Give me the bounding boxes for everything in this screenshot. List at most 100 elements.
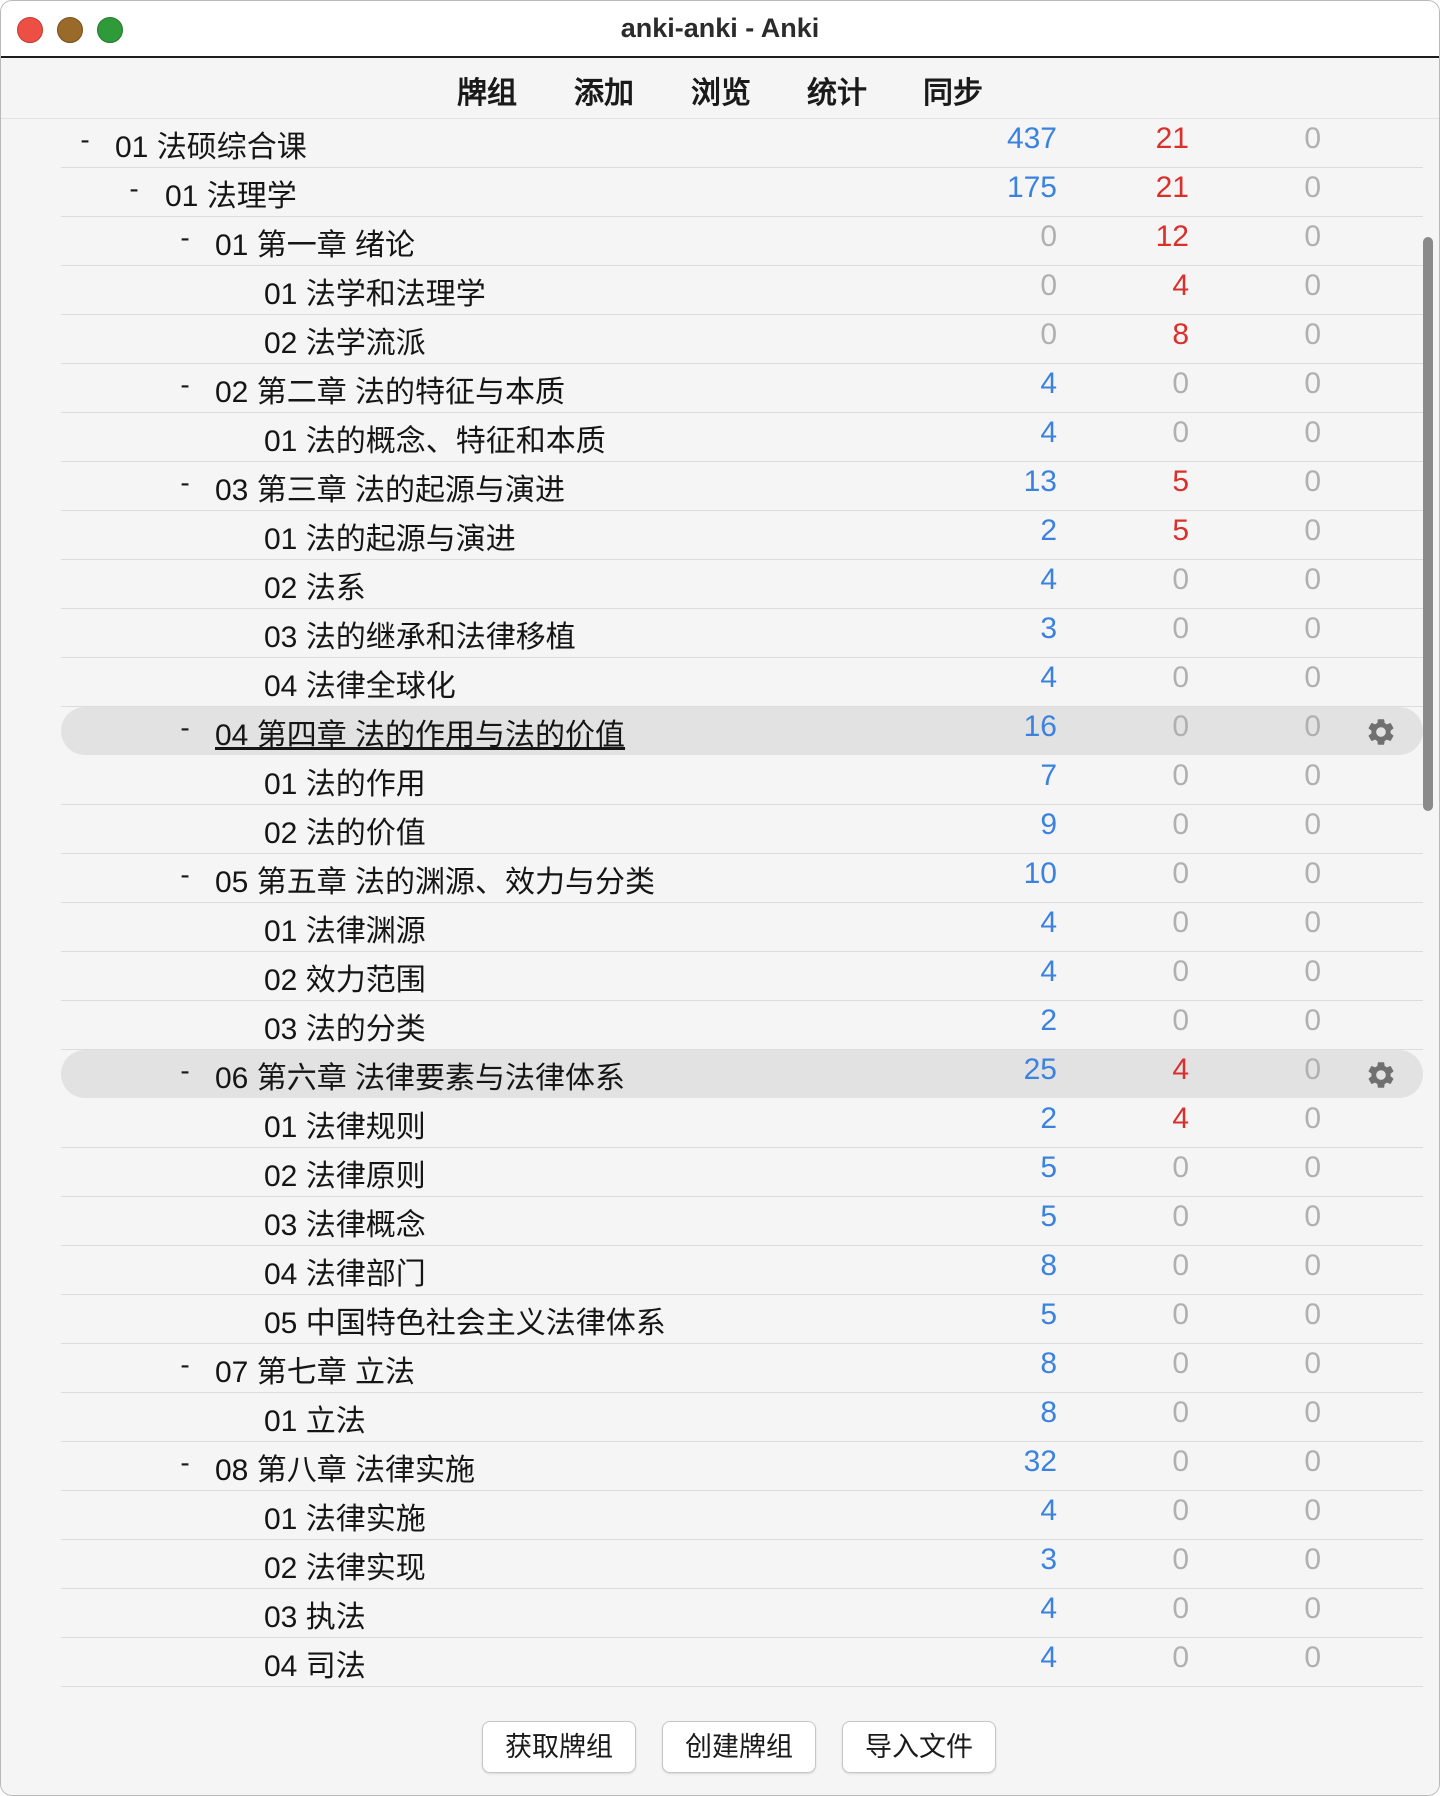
deck-name[interactable]: 05 中国特色社会主义法律体系 bbox=[264, 1298, 666, 1342]
deck-row[interactable]: 01 法的作用 7 0 0 bbox=[61, 756, 1423, 805]
deck-row[interactable]: -01 法硕综合课 437 21 0 bbox=[61, 119, 1423, 168]
create-deck-button[interactable]: 创建牌组 bbox=[662, 1721, 816, 1773]
deck-row[interactable]: 02 法律实现 3 0 0 bbox=[61, 1540, 1423, 1589]
deck-name[interactable]: 01 法的起源与演进 bbox=[264, 514, 516, 558]
deck-name[interactable]: 07 第七章 立法 bbox=[215, 1347, 415, 1391]
deck-name[interactable]: 02 法律实现 bbox=[264, 1543, 426, 1587]
deck-name[interactable]: 02 法系 bbox=[264, 563, 366, 607]
deck-row[interactable]: -01 第一章 绪论 0 12 0 bbox=[61, 217, 1423, 266]
deck-row[interactable]: 01 法的起源与演进 2 5 0 bbox=[61, 511, 1423, 560]
collapse-toggle[interactable]: - bbox=[175, 467, 195, 499]
deck-row[interactable]: 03 法的分类 2 0 0 bbox=[61, 1001, 1423, 1050]
due-count: 0 bbox=[1304, 318, 1321, 351]
deck-row[interactable]: -08 第八章 法律实施 32 0 0 bbox=[61, 1442, 1423, 1491]
deck-name[interactable]: 01 法的概念、特征和本质 bbox=[264, 416, 606, 460]
deck-name[interactable]: 01 法学和法理学 bbox=[264, 269, 486, 313]
deck-name[interactable]: 01 第一章 绪论 bbox=[215, 220, 415, 264]
deck-row[interactable]: -01 法理学 175 21 0 bbox=[61, 168, 1423, 217]
deck-row[interactable]: 03 法的继承和法律移植 3 0 0 bbox=[61, 609, 1423, 658]
collapse-toggle[interactable]: - bbox=[175, 1447, 195, 1479]
deck-row[interactable]: 02 法律原则 5 0 0 bbox=[61, 1148, 1423, 1197]
deck-name[interactable]: 06 第六章 法律要素与法律体系 bbox=[215, 1053, 625, 1097]
deck-row[interactable]: -02 第二章 法的特征与本质 4 0 0 bbox=[61, 364, 1423, 413]
due-count: 0 bbox=[1304, 759, 1321, 792]
scrollbar-thumb[interactable] bbox=[1423, 237, 1433, 811]
deck-row[interactable]: 05 中国特色社会主义法律体系 5 0 0 bbox=[61, 1295, 1423, 1344]
deck-row[interactable]: 01 法学和法理学 0 4 0 bbox=[61, 266, 1423, 315]
collapse-toggle[interactable]: - bbox=[175, 859, 195, 891]
deck-name[interactable]: 08 第八章 法律实施 bbox=[215, 1445, 475, 1489]
deck-list-scrollbar[interactable] bbox=[1421, 119, 1435, 1689]
import-file-button[interactable]: 导入文件 bbox=[842, 1721, 996, 1773]
deck-name[interactable]: 02 法的价值 bbox=[264, 808, 426, 852]
due-count: 0 bbox=[1304, 269, 1321, 302]
deck-row[interactable]: 02 法的价值 9 0 0 bbox=[61, 805, 1423, 854]
due-count: 0 bbox=[1304, 465, 1321, 498]
deck-name[interactable]: 04 司法 bbox=[264, 1641, 366, 1685]
learn-count: 0 bbox=[1172, 1543, 1189, 1576]
gear-icon[interactable] bbox=[1365, 1059, 1397, 1091]
deck-row[interactable]: -07 第七章 立法 8 0 0 bbox=[61, 1344, 1423, 1393]
deck-name[interactable]: 01 法硕综合课 bbox=[115, 122, 307, 166]
deck-name[interactable]: 01 法律渊源 bbox=[264, 906, 426, 950]
deck-name[interactable]: 03 法律概念 bbox=[264, 1200, 426, 1244]
deck-name[interactable]: 03 法的继承和法律移植 bbox=[264, 612, 576, 656]
get-shared-decks-button[interactable]: 获取牌组 bbox=[482, 1721, 636, 1773]
deck-name[interactable]: 01 法理学 bbox=[165, 171, 297, 215]
tab-sync[interactable]: 同步 bbox=[923, 68, 983, 112]
deck-name[interactable]: 01 法律实施 bbox=[264, 1494, 426, 1538]
learn-count: 0 bbox=[1172, 857, 1189, 890]
deck-row[interactable]: -04 第四章 法的作用与法的价值 16 0 0 bbox=[61, 707, 1423, 755]
deck-name[interactable]: 01 法的作用 bbox=[264, 759, 426, 803]
deck-row[interactable]: -06 第六章 法律要素与法律体系 25 4 0 bbox=[61, 1050, 1423, 1098]
deck-name[interactable]: 01 立法 bbox=[264, 1396, 366, 1440]
deck-name[interactable]: 02 法学流派 bbox=[264, 318, 426, 362]
deck-row[interactable]: 02 效力范围 4 0 0 bbox=[61, 952, 1423, 1001]
deck-name[interactable]: 03 第三章 法的起源与演进 bbox=[215, 465, 565, 509]
collapse-toggle[interactable]: - bbox=[175, 1349, 195, 1381]
due-count: 0 bbox=[1304, 857, 1321, 890]
deck-name[interactable]: 04 法律部门 bbox=[264, 1249, 426, 1293]
collapse-toggle[interactable]: - bbox=[175, 712, 195, 744]
deck-row[interactable]: 03 法律概念 5 0 0 bbox=[61, 1197, 1423, 1246]
due-count: 0 bbox=[1304, 514, 1321, 547]
deck-row[interactable]: 01 法律实施 4 0 0 bbox=[61, 1491, 1423, 1540]
deck-name[interactable]: 02 第二章 法的特征与本质 bbox=[215, 367, 565, 411]
deck-row[interactable]: -05 第五章 法的渊源、效力与分类 10 0 0 bbox=[61, 854, 1423, 903]
new-count: 2 bbox=[1040, 1004, 1057, 1037]
deck-row[interactable]: 01 法律渊源 4 0 0 bbox=[61, 903, 1423, 952]
deck-row[interactable]: 04 法律全球化 4 0 0 bbox=[61, 658, 1423, 707]
deck-row[interactable]: 02 法系 4 0 0 bbox=[61, 560, 1423, 609]
deck-name[interactable]: 02 法律原则 bbox=[264, 1151, 426, 1195]
learn-count: 0 bbox=[1172, 906, 1189, 939]
learn-count: 0 bbox=[1172, 1494, 1189, 1527]
new-count: 4 bbox=[1040, 416, 1057, 449]
deck-row[interactable]: 02 法学流派 0 8 0 bbox=[61, 315, 1423, 364]
tab-add[interactable]: 添加 bbox=[574, 68, 634, 112]
deck-row[interactable]: 04 法律部门 8 0 0 bbox=[61, 1246, 1423, 1295]
collapse-toggle[interactable]: - bbox=[124, 173, 144, 205]
deck-name[interactable]: 04 法律全球化 bbox=[264, 661, 456, 705]
collapse-toggle[interactable]: - bbox=[175, 369, 195, 401]
new-count: 4 bbox=[1040, 563, 1057, 596]
tab-decks[interactable]: 牌组 bbox=[457, 68, 517, 112]
deck-name[interactable]: 03 法的分类 bbox=[264, 1004, 426, 1048]
new-count: 13 bbox=[1023, 465, 1057, 498]
gear-icon[interactable] bbox=[1365, 716, 1397, 748]
deck-name[interactable]: 01 法律规则 bbox=[264, 1102, 426, 1146]
deck-row[interactable]: 03 执法 4 0 0 bbox=[61, 1589, 1423, 1638]
deck-name[interactable]: 04 第四章 法的作用与法的价值 bbox=[215, 710, 625, 754]
deck-row[interactable]: 01 法律规则 2 4 0 bbox=[61, 1099, 1423, 1148]
deck-name[interactable]: 02 效力范围 bbox=[264, 955, 426, 999]
tab-stats[interactable]: 统计 bbox=[807, 68, 867, 112]
deck-row[interactable]: 04 司法 4 0 0 bbox=[61, 1638, 1423, 1687]
deck-name[interactable]: 03 执法 bbox=[264, 1592, 366, 1636]
collapse-toggle[interactable]: - bbox=[175, 222, 195, 254]
deck-row[interactable]: 01 法的概念、特征和本质 4 0 0 bbox=[61, 413, 1423, 462]
collapse-toggle[interactable]: - bbox=[75, 124, 95, 156]
tab-browse[interactable]: 浏览 bbox=[691, 68, 751, 112]
collapse-toggle[interactable]: - bbox=[175, 1055, 195, 1087]
deck-row[interactable]: 01 立法 8 0 0 bbox=[61, 1393, 1423, 1442]
deck-name[interactable]: 05 第五章 法的渊源、效力与分类 bbox=[215, 857, 655, 901]
deck-row[interactable]: -03 第三章 法的起源与演进 13 5 0 bbox=[61, 462, 1423, 511]
